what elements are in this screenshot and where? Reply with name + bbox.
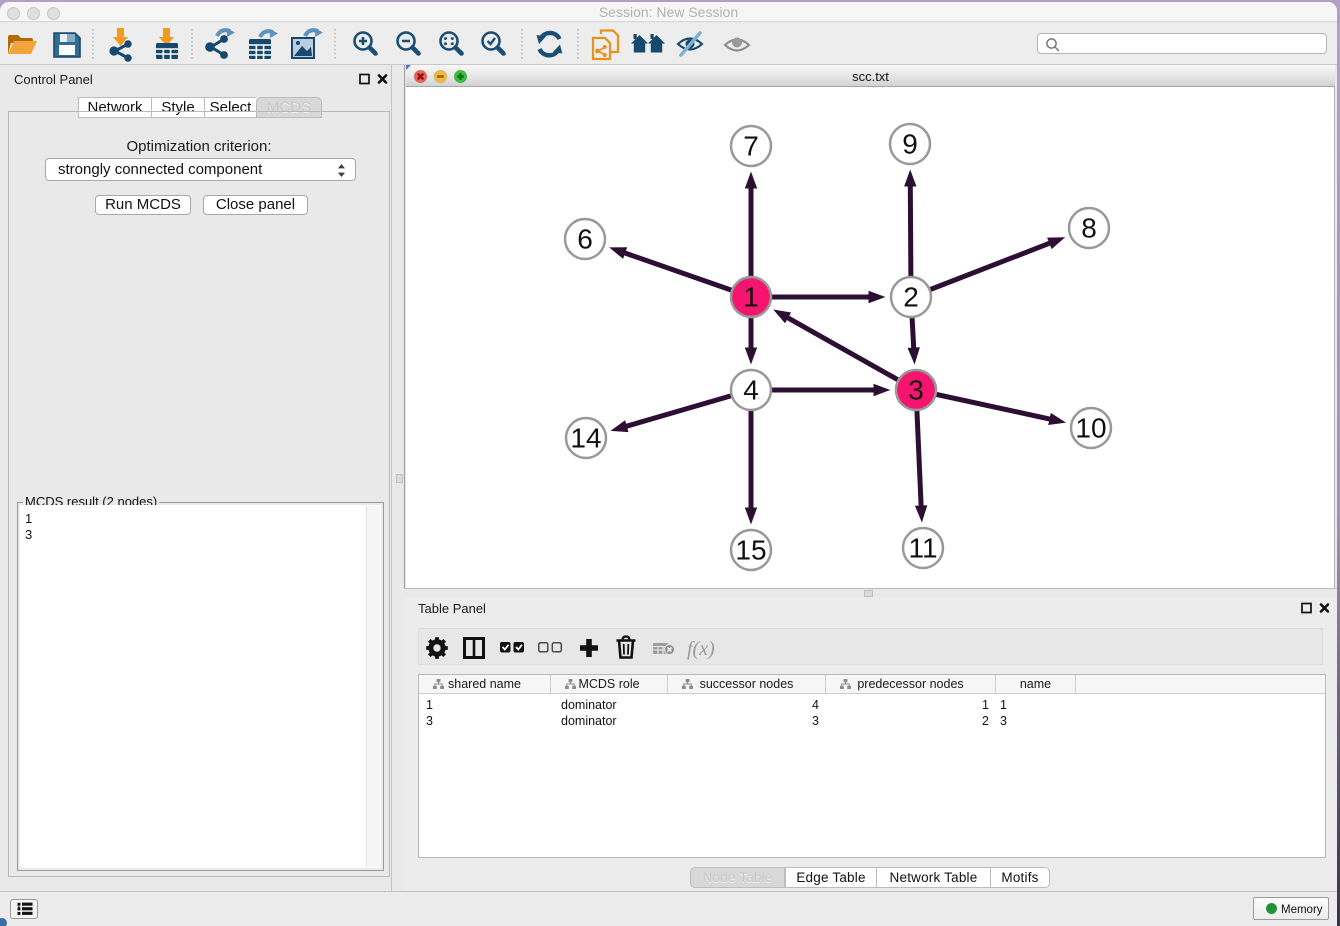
svg-text:1: 1 bbox=[743, 282, 759, 313]
svg-text:3: 3 bbox=[908, 375, 924, 406]
svg-text:2: 2 bbox=[903, 282, 919, 313]
svg-text:8: 8 bbox=[1081, 213, 1097, 244]
svg-text:6: 6 bbox=[577, 224, 593, 255]
svg-text:14: 14 bbox=[570, 423, 601, 454]
svg-text:4: 4 bbox=[743, 375, 759, 406]
svg-text:15: 15 bbox=[735, 535, 766, 566]
svg-text:f(x): f(x) bbox=[687, 638, 715, 660]
svg-text:11: 11 bbox=[908, 533, 937, 564]
svg-text:7: 7 bbox=[743, 131, 759, 162]
svg-text:10: 10 bbox=[1075, 413, 1106, 444]
svg-text:9: 9 bbox=[902, 129, 918, 160]
